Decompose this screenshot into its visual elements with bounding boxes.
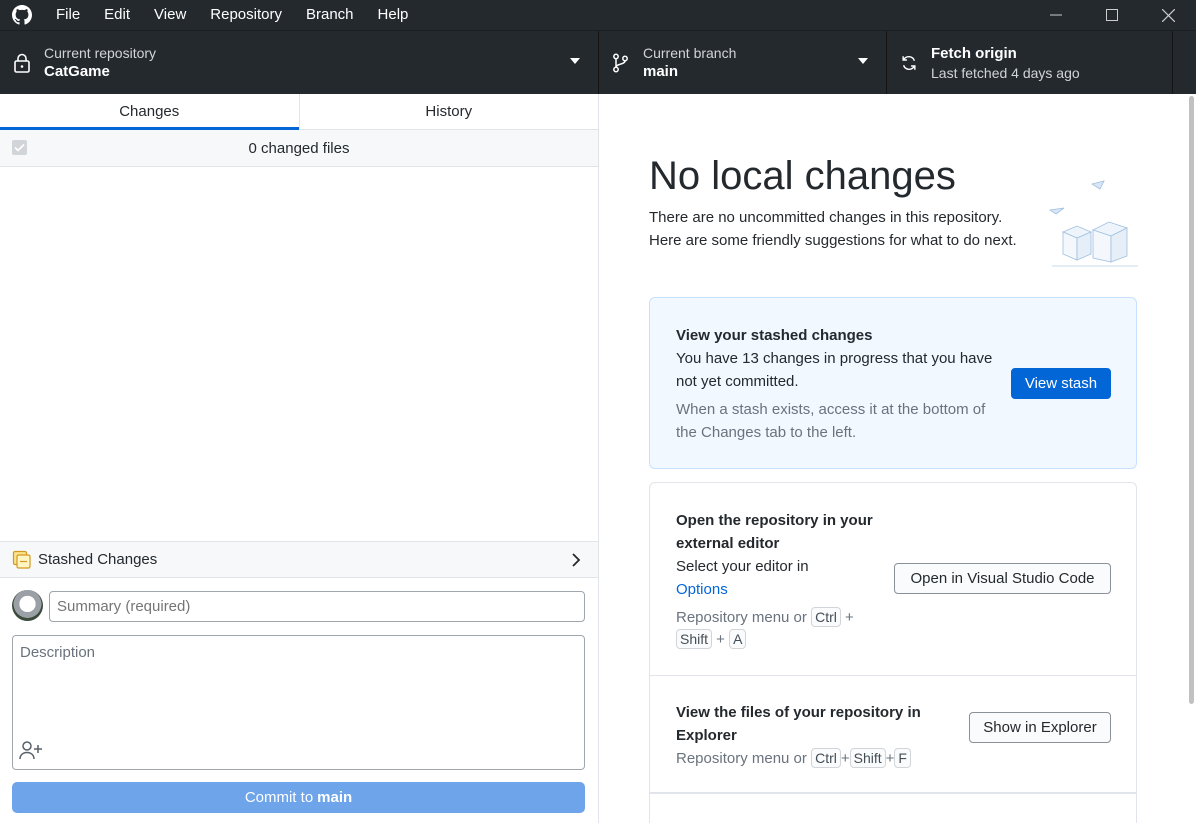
stashed-changes-label: Stashed Changes	[38, 551, 158, 568]
description-field[interactable]: Description	[12, 635, 585, 770]
fetch-origin-button[interactable]: Fetch origin Last fetched 4 days ago	[887, 31, 1173, 95]
menu-file[interactable]: File	[44, 0, 92, 30]
changes-pane: Changes History 0 changed files Stashed …	[0, 94, 599, 823]
stash-suggestion-card: View your stashed changes You have 13 ch…	[649, 297, 1137, 469]
branch-dropdown[interactable]: Current branch main	[599, 31, 887, 95]
next-suggestion-card	[649, 793, 1137, 823]
fetch-label: Fetch origin	[931, 45, 1017, 62]
menu-repository[interactable]: Repository	[198, 0, 294, 30]
lock-icon	[14, 53, 30, 73]
stash-icon	[12, 550, 31, 569]
close-icon	[1161, 8, 1175, 22]
tab-history[interactable]: History	[298, 94, 599, 129]
select-all-checkbox[interactable]	[12, 140, 27, 155]
commit-label: Commit to	[244, 789, 314, 806]
add-coauthor-icon[interactable]	[19, 740, 43, 760]
repository-label: Current repository	[44, 45, 157, 61]
fetch-status: Last fetched 4 days ago	[931, 65, 1080, 81]
stash-card-hint: When a stash exists, access it at the bo…	[676, 401, 986, 441]
page-title: No local changes	[649, 154, 956, 198]
view-stash-button[interactable]: View stash	[1011, 368, 1111, 399]
menu-edit[interactable]: Edit	[92, 0, 142, 30]
avatar	[12, 590, 43, 621]
commit-button[interactable]: Commit to main	[12, 782, 585, 813]
toolbar: Current repository CatGame Current branc…	[0, 30, 1196, 95]
empty-state-illustration-icon	[1048, 180, 1138, 267]
commit-branch: main	[317, 789, 353, 806]
scrollbar[interactable]	[1189, 96, 1194, 704]
repository-dropdown[interactable]: Current repository CatGame	[0, 31, 599, 95]
minimize-icon	[1050, 14, 1062, 16]
stashed-changes-row[interactable]: Stashed Changes	[0, 541, 598, 578]
git-branch-icon	[613, 53, 628, 73]
check-icon	[14, 143, 25, 152]
show-in-explorer-button[interactable]: Show in Explorer	[969, 712, 1111, 743]
menu-help[interactable]: Help	[366, 0, 421, 30]
description-placeholder: Description	[20, 644, 96, 661]
explorer-card-title: View the files of your repository in Exp…	[676, 704, 921, 744]
key-f: F	[894, 748, 911, 768]
sync-icon	[902, 55, 916, 71]
show-in-explorer-card: View the files of your repository in Exp…	[649, 675, 1137, 793]
open-editor-card: Open the repository in your external edi…	[649, 482, 1137, 675]
editor-card-text: Select your editor in	[676, 558, 809, 575]
key-ctrl: Ctrl	[811, 748, 841, 768]
summary-input[interactable]	[49, 591, 585, 622]
close-button[interactable]	[1140, 0, 1196, 30]
title-bar: File Edit View Repository Branch Help	[0, 0, 1196, 30]
maximize-icon	[1106, 9, 1118, 21]
caret-down-icon	[858, 58, 868, 64]
menu-branch[interactable]: Branch	[294, 0, 366, 30]
open-in-editor-button[interactable]: Open in Visual Studio Code	[894, 563, 1111, 594]
stash-card-text: You have 13 changes in progress that you…	[676, 350, 993, 390]
options-link[interactable]: Options	[676, 581, 728, 598]
key-shift: Shift	[849, 748, 886, 768]
repository-name: CatGame	[44, 63, 110, 80]
editor-shortcut-prefix: Repository menu or	[676, 609, 807, 626]
tab-changes[interactable]: Changes	[0, 94, 299, 130]
tab-bar: Changes History	[0, 94, 598, 130]
changed-files-count: 0 changed files	[248, 139, 350, 157]
key-ctrl: Ctrl	[811, 607, 841, 627]
intro-text: There are no uncommitted changes in this…	[649, 209, 1017, 249]
no-changes-view: No local changes There are no uncommitte…	[600, 94, 1196, 823]
stash-card-title: View your stashed changes	[676, 327, 873, 344]
maximize-button[interactable]	[1084, 0, 1140, 30]
branch-name: main	[643, 63, 679, 80]
chevron-right-icon	[572, 553, 581, 567]
key-a: A	[729, 629, 747, 649]
changed-files-header: 0 changed files	[0, 130, 598, 167]
github-logo-icon[interactable]	[12, 5, 32, 25]
caret-down-icon	[570, 58, 580, 64]
minimize-button[interactable]	[1028, 0, 1084, 30]
editor-card-title: Open the repository in your external edi…	[676, 512, 873, 552]
key-shift: Shift	[676, 629, 713, 649]
menu-view[interactable]: View	[142, 0, 198, 30]
branch-label: Current branch	[643, 45, 737, 61]
explorer-shortcut-prefix: Repository menu or	[676, 750, 807, 767]
